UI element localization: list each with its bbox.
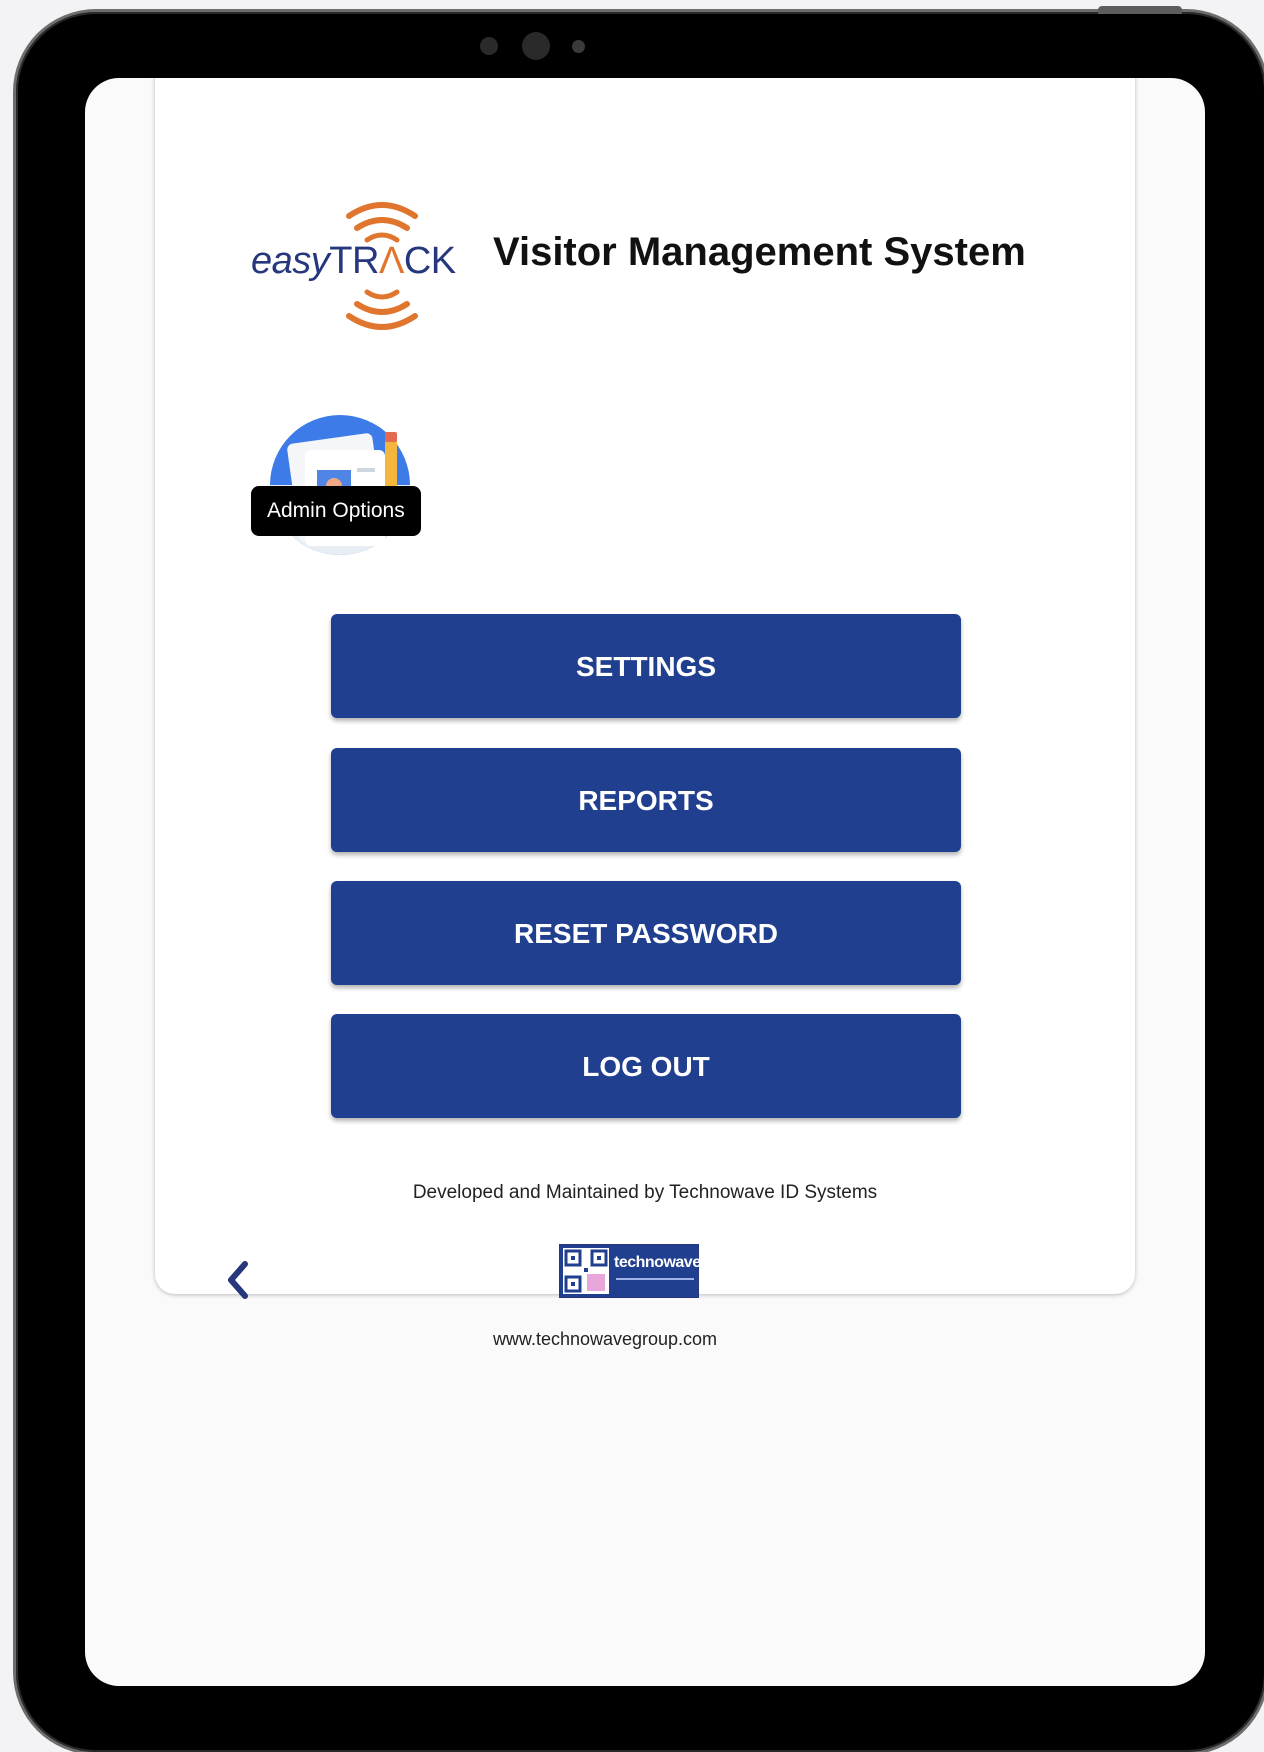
device-screen: easyTRΛCK Visitor Management System Admi… — [85, 78, 1205, 1686]
technowave-tagline-bar — [616, 1278, 694, 1280]
qr-code-icon — [563, 1248, 609, 1294]
logout-button[interactable]: LOG OUT — [331, 1014, 961, 1118]
reports-button[interactable]: REPORTS — [331, 748, 961, 852]
front-sensor-dot — [480, 37, 498, 55]
settings-button[interactable]: SETTINGS — [331, 614, 961, 718]
front-flash-dot — [572, 40, 585, 53]
easytrack-logo: easyTRΛCK — [251, 196, 456, 336]
chevron-left-icon[interactable] — [221, 1256, 257, 1304]
developer-credit: Developed and Maintained by Technowave I… — [412, 1182, 878, 1203]
website-link[interactable]: www.technowavegroup.com — [115, 1329, 1095, 1350]
tablet-power-button — [1098, 6, 1182, 14]
technowave-wordmark: technowave — [614, 1254, 701, 1271]
reset-password-button[interactable]: RESET PASSWORD — [331, 881, 961, 985]
front-camera-lens — [522, 32, 550, 60]
technowave-logo: technowave — [559, 1244, 701, 1298]
admin-id-card-icon[interactable] — [265, 410, 415, 560]
page-title: Visitor Management System — [493, 230, 1026, 274]
admin-options-card: easyTRΛCK Visitor Management System Admi… — [155, 78, 1135, 1349]
logo-wordmark: easyTRΛCK — [251, 240, 456, 282]
admin-options-tooltip: Admin Options — [251, 486, 421, 536]
